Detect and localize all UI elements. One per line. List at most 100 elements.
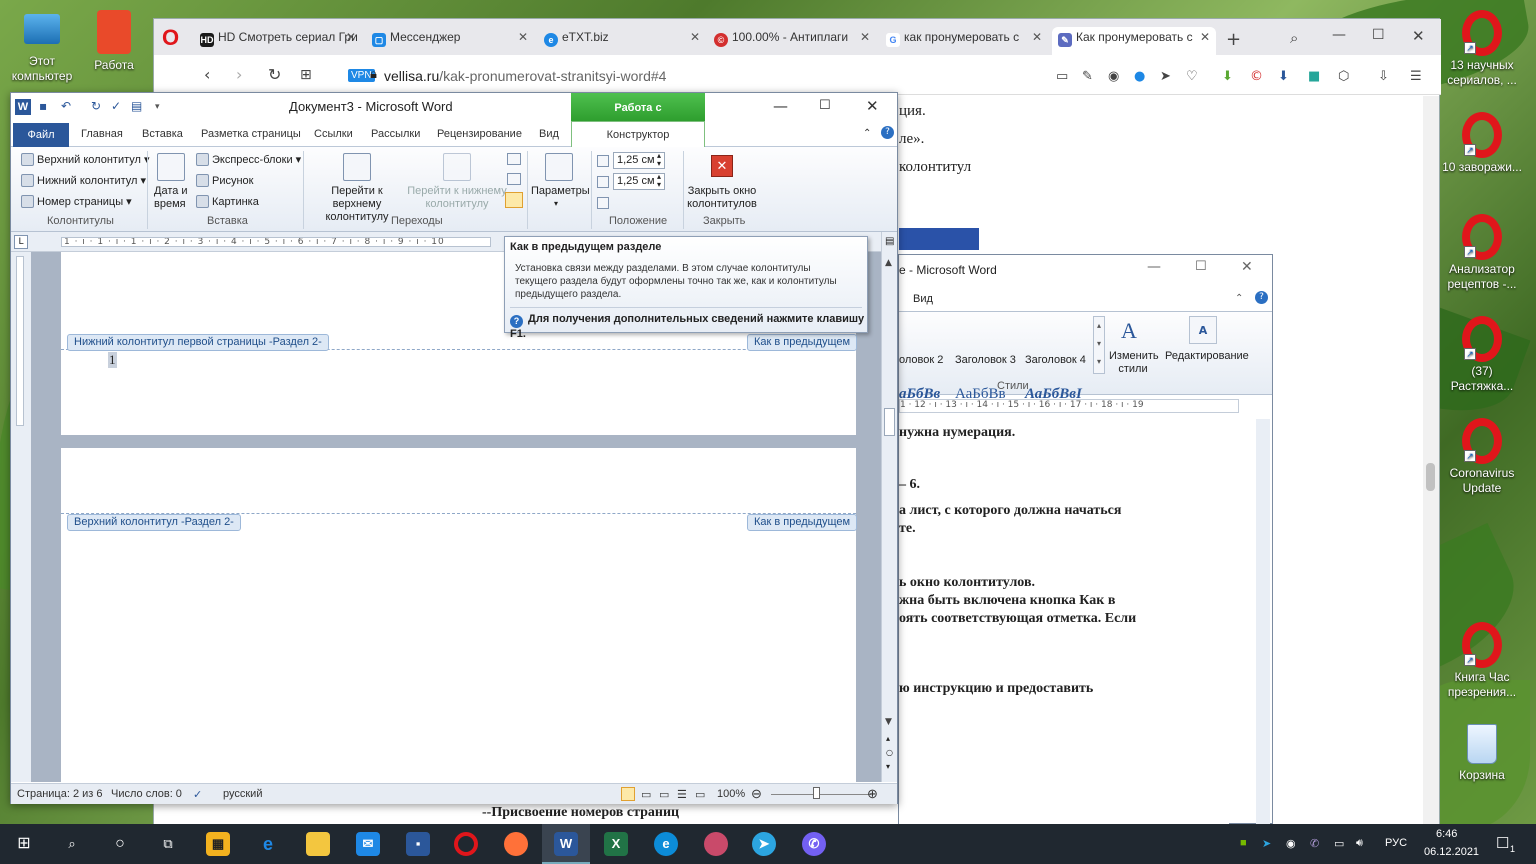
next-page-icon[interactable]: ▾ bbox=[886, 762, 890, 771]
redo-icon[interactable]: ↻ bbox=[91, 99, 101, 113]
next-section-icon[interactable] bbox=[507, 173, 521, 185]
undo-icon[interactable]: ↶ bbox=[61, 99, 71, 113]
change-styles-button[interactable]: Изменить стили bbox=[1109, 350, 1159, 376]
search-icon[interactable]: ⌕ bbox=[1290, 29, 1298, 47]
spelling-icon[interactable]: ✓ bbox=[111, 99, 121, 113]
browser-scrollbar[interactable] bbox=[1423, 96, 1439, 825]
viber-icon[interactable]: ✆ bbox=[802, 832, 826, 856]
draft-view-icon[interactable]: ▭ bbox=[695, 788, 705, 801]
edge-legacy-icon[interactable]: e bbox=[256, 832, 280, 856]
status-words[interactable]: Число слов: 0 bbox=[111, 788, 182, 800]
scroll-up-icon[interactable]: ▲ bbox=[885, 258, 892, 268]
edge-icon[interactable]: e bbox=[654, 832, 678, 856]
goto-footer-button[interactable]: Перейти к нижнему колонтитулу bbox=[407, 185, 507, 211]
picture-button[interactable]: Рисунок bbox=[196, 174, 254, 187]
help-icon[interactable]: ? bbox=[881, 126, 894, 139]
save-ext-icon[interactable]: ⬇ bbox=[1278, 69, 1289, 84]
shield-icon[interactable]: ● bbox=[1134, 69, 1145, 84]
tab-view[interactable]: Вид bbox=[913, 293, 933, 305]
ext-icon[interactable]: ■ bbox=[1308, 69, 1320, 84]
downloads-icon[interactable]: ⇩ bbox=[1378, 69, 1389, 84]
viber-tray-icon[interactable]: ✆ bbox=[1310, 837, 1319, 850]
tab-mailings[interactable]: Рассылки bbox=[371, 128, 420, 140]
customize-qat-icon[interactable]: ▾ bbox=[155, 102, 160, 112]
close-icon[interactable]: ✕ bbox=[1200, 27, 1210, 47]
page-number-field[interactable]: 1 bbox=[108, 352, 117, 368]
close-window-button[interactable]: ✕ bbox=[866, 97, 879, 115]
zoom-level[interactable]: 100% bbox=[717, 788, 745, 800]
previous-section-icon[interactable] bbox=[507, 153, 521, 165]
browser-tab[interactable]: © 100.00% - Антиплаги ✕ bbox=[708, 27, 876, 55]
task-view-icon[interactable]: ⧉ bbox=[156, 832, 180, 856]
minimize-button[interactable]: — bbox=[773, 97, 788, 115]
excel-icon[interactable]: X bbox=[604, 832, 628, 856]
clock-time[interactable]: 6:46 bbox=[1436, 828, 1457, 840]
header-position-spinner[interactable]: 1,25 см ▴ ▾ bbox=[613, 152, 665, 169]
mail-icon[interactable]: ✉ bbox=[356, 832, 380, 856]
reader-icon[interactable]: ▭ bbox=[1056, 69, 1068, 84]
desktop-icon-opera-5[interactable]: ↗ Coronavirus Update bbox=[1440, 418, 1524, 496]
spinner-arrows[interactable]: ▴ ▾ bbox=[657, 152, 661, 168]
scrollbar-thumb[interactable] bbox=[1426, 463, 1435, 491]
telegram-icon[interactable]: ➤ bbox=[752, 832, 776, 856]
url-field[interactable]: vellisa.ru/kak-pronumerovat-stranitsyi-w… bbox=[384, 68, 666, 84]
zoom-out-icon[interactable]: ⊖ bbox=[751, 786, 762, 802]
forward-icon[interactable]: › bbox=[236, 65, 242, 84]
search-icon[interactable]: ⌕ bbox=[60, 832, 84, 856]
browser-tab[interactable]: Gкак пронумеровать с ✕ bbox=[880, 27, 1048, 55]
maximize-button[interactable]: ☐ bbox=[1195, 259, 1207, 274]
firefox-icon[interactable] bbox=[504, 832, 528, 856]
back-icon[interactable]: ‹ bbox=[204, 65, 210, 84]
cube-icon[interactable]: ⬡ bbox=[1338, 69, 1349, 84]
opera-logo-icon[interactable]: O bbox=[162, 25, 179, 51]
tab-design[interactable]: Конструктор bbox=[571, 121, 705, 147]
minimize-button[interactable]: — bbox=[1147, 259, 1161, 275]
close-icon[interactable]: ✕ bbox=[690, 27, 700, 47]
footer-position-spinner[interactable]: 1,25 см ▴ ▾ bbox=[613, 173, 665, 190]
save-app-icon[interactable]: ▪ bbox=[406, 832, 430, 856]
spinner-arrows[interactable]: ▴ ▾ bbox=[657, 173, 661, 189]
quick-parts-button[interactable]: Экспресс-блоки ▾ bbox=[196, 153, 301, 166]
paint-icon[interactable] bbox=[704, 832, 728, 856]
print-layout-view-icon[interactable] bbox=[621, 787, 635, 801]
antiplagiat-ext-icon[interactable]: © bbox=[1250, 69, 1263, 84]
tab-file[interactable]: Файл bbox=[13, 123, 69, 147]
desktop-icon-work-folder[interactable]: Работа bbox=[72, 10, 156, 73]
word-logo-icon[interactable]: W bbox=[15, 99, 31, 115]
maximize-button[interactable]: ☐ bbox=[1372, 27, 1385, 43]
minimize-button[interactable]: — bbox=[1332, 27, 1346, 43]
tab-view[interactable]: Вид bbox=[539, 128, 559, 140]
close-icon[interactable]: ✕ bbox=[346, 27, 356, 47]
scroll-down-icon[interactable]: ▼ bbox=[885, 717, 892, 727]
header-button[interactable]: Верхний колонтитул ▾ bbox=[21, 153, 150, 166]
date-time-button[interactable]: Дата и время bbox=[154, 185, 190, 211]
ribbon-collapse-icon[interactable]: ⌃ bbox=[1235, 293, 1243, 304]
desktop-icon-recycle-bin[interactable]: Корзина bbox=[1440, 724, 1524, 783]
settings-icon[interactable]: ☰ bbox=[1410, 69, 1422, 84]
save-icon[interactable]: ▪ bbox=[39, 99, 47, 113]
ribbon-collapse-icon[interactable]: ⌃ bbox=[863, 128, 871, 139]
tab-references[interactable]: Ссылки bbox=[314, 128, 353, 140]
web-view-icon[interactable]: ▭ bbox=[659, 788, 669, 801]
outline-view-icon[interactable]: ☰ bbox=[677, 788, 687, 801]
print-icon[interactable]: ▤ bbox=[131, 99, 142, 113]
tab-review[interactable]: Рецензирование bbox=[437, 128, 522, 140]
windows-start-icon[interactable]: ⊞ bbox=[12, 832, 36, 856]
close-icon[interactable]: ✕ bbox=[1032, 27, 1042, 47]
editing-button[interactable]: Редактирование bbox=[1165, 350, 1249, 362]
store-icon[interactable]: ▦ bbox=[206, 832, 230, 856]
options-button[interactable]: Параметры bbox=[531, 185, 590, 197]
close-icon[interactable]: ✕ bbox=[518, 27, 528, 47]
browser-tab[interactable]: ▢ Мессенджер ✕ bbox=[366, 27, 534, 55]
proofing-icon[interactable]: ✓ bbox=[193, 788, 202, 801]
tab-selector[interactable]: L bbox=[14, 235, 28, 249]
tab-home[interactable]: Главная bbox=[81, 128, 123, 140]
close-window-button[interactable]: ✕ bbox=[1241, 259, 1253, 275]
prev-page-icon[interactable]: ▴ bbox=[886, 734, 890, 743]
desktop-icon-opera-1[interactable]: ↗ 13 научных сериалов, ... bbox=[1440, 10, 1524, 88]
page-number-button[interactable]: Номер страницы ▾ bbox=[21, 195, 132, 208]
volume-icon[interactable]: 🔊︎ bbox=[1356, 837, 1363, 850]
close-header-footer-button[interactable]: Закрыть окно колонтитулов bbox=[687, 185, 757, 211]
cortana-icon[interactable]: ○ bbox=[108, 832, 132, 856]
styles-scroll[interactable]: ▴ ▾ ▾ bbox=[1093, 316, 1105, 374]
